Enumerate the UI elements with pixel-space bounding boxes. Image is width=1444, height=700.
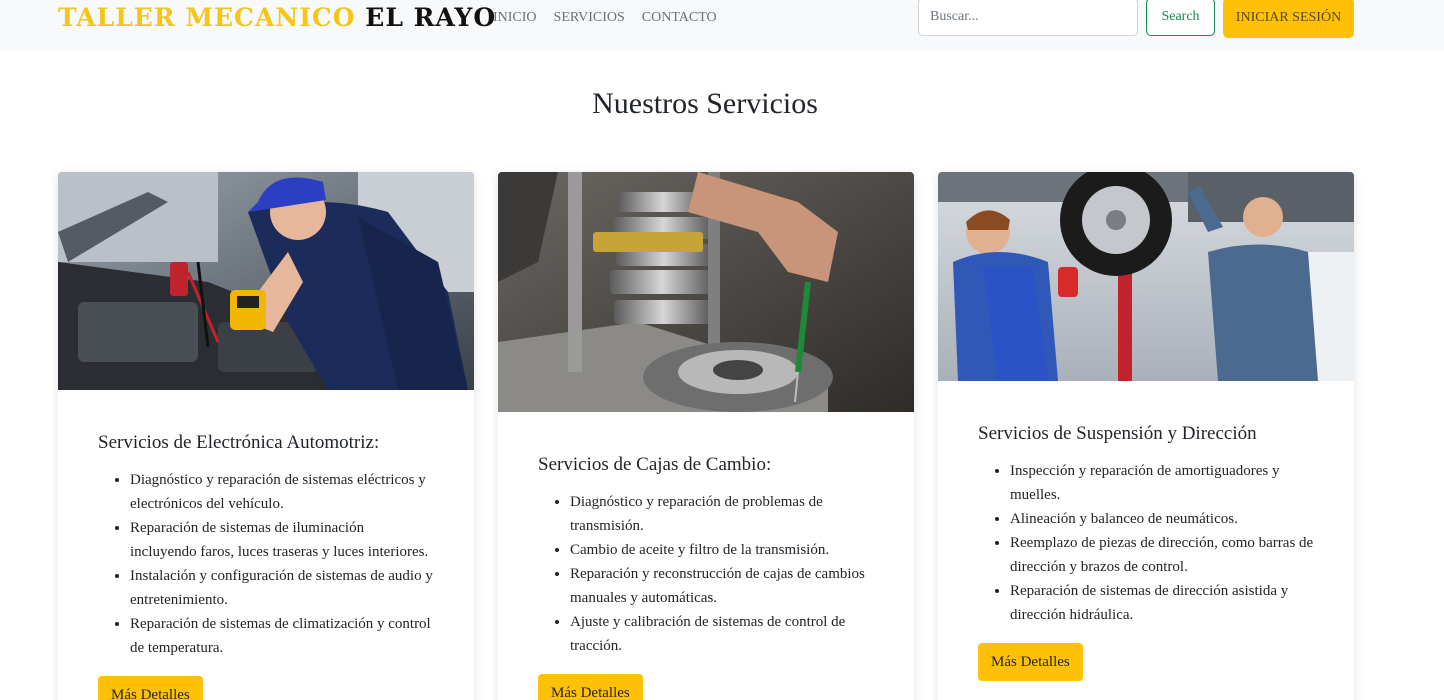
- service-list: Diagnóstico y reparación de sistemas elé…: [98, 468, 434, 660]
- login-button[interactable]: INICIAR SESIÓN: [1223, 0, 1354, 38]
- nav-link-contacto[interactable]: CONTACTO: [642, 10, 717, 26]
- list-item: Cambio de aceite y filtro de la transmis…: [570, 538, 874, 562]
- list-item: Reparación de sistemas de dirección asis…: [1010, 579, 1314, 627]
- card-title: Servicios de Electrónica Automotriz:: [98, 432, 380, 453]
- brand-name-part1: TALLER MECANICO: [58, 3, 356, 32]
- service-card-suspension: Servicios de Suspensión y Dirección Insp…: [938, 172, 1354, 700]
- more-details-button[interactable]: Más Detalles: [98, 676, 203, 700]
- more-details-button[interactable]: Más Detalles: [538, 674, 643, 700]
- list-item: Instalación y configuración de sistemas …: [130, 564, 434, 612]
- brand-name-part2: EL RAYO: [365, 3, 497, 32]
- list-item: Reparación de sistemas de climatización …: [130, 612, 434, 660]
- card-body: Servicios de Suspensión y Dirección Insp…: [938, 381, 1354, 681]
- more-details-button[interactable]: Más Detalles: [978, 643, 1083, 681]
- list-item: Diagnóstico y reparación de problemas de…: [570, 490, 874, 538]
- service-list: Diagnóstico y reparación de problemas de…: [538, 490, 874, 658]
- card-image-gearbox: [498, 172, 914, 412]
- page-title: Nuestros Servicios: [592, 87, 818, 120]
- nav-link-servicios[interactable]: SERVICIOS: [554, 10, 625, 26]
- mechanics-lifted-car-illustration: [938, 172, 1354, 381]
- nav-link-inicio[interactable]: INICIO: [493, 10, 537, 26]
- list-item: Inspección y reparación de amortiguadore…: [1010, 459, 1314, 507]
- list-item: Ajuste y calibración de sistemas de cont…: [570, 610, 874, 658]
- list-item: Reparación de sistemas de iluminación in…: [130, 516, 434, 564]
- brand-logo[interactable]: TALLER MECANICO EL RAYO: [58, 3, 496, 32]
- list-item: Reparación y reconstrucción de cajas de …: [570, 562, 874, 610]
- navbar: TALLER MECANICO EL RAYO INICIO SERVICIOS…: [0, 0, 1444, 50]
- card-body: Servicios de Cajas de Cambio: Diagnóstic…: [498, 412, 914, 700]
- search-button[interactable]: Search: [1146, 0, 1215, 36]
- card-body: Servicios de Electrónica Automotriz: Dia…: [58, 390, 474, 700]
- service-card-gearbox: Servicios de Cajas de Cambio: Diagnóstic…: [498, 172, 914, 700]
- nav-links: INICIO SERVICIOS CONTACTO: [493, 10, 717, 26]
- card-title: Servicios de Cajas de Cambio:: [538, 454, 772, 475]
- list-item: Diagnóstico y reparación de sistemas elé…: [130, 468, 434, 516]
- service-card-electronics: Servicios de Electrónica Automotriz: Dia…: [58, 172, 474, 700]
- gearbox-illustration: [498, 172, 914, 412]
- card-image-mechanic-multimeter: [58, 172, 474, 390]
- search-input[interactable]: [918, 0, 1138, 36]
- card-title: Servicios de Suspensión y Dirección: [978, 423, 1257, 444]
- service-list: Inspección y reparación de amortiguadore…: [978, 459, 1314, 627]
- list-item: Reemplazo de piezas de dirección, como b…: [1010, 531, 1314, 579]
- list-item: Alineación y balanceo de neumáticos.: [1010, 507, 1314, 531]
- card-image-mechanics-lifted-car: [938, 172, 1354, 381]
- mechanic-multimeter-illustration: [58, 172, 474, 390]
